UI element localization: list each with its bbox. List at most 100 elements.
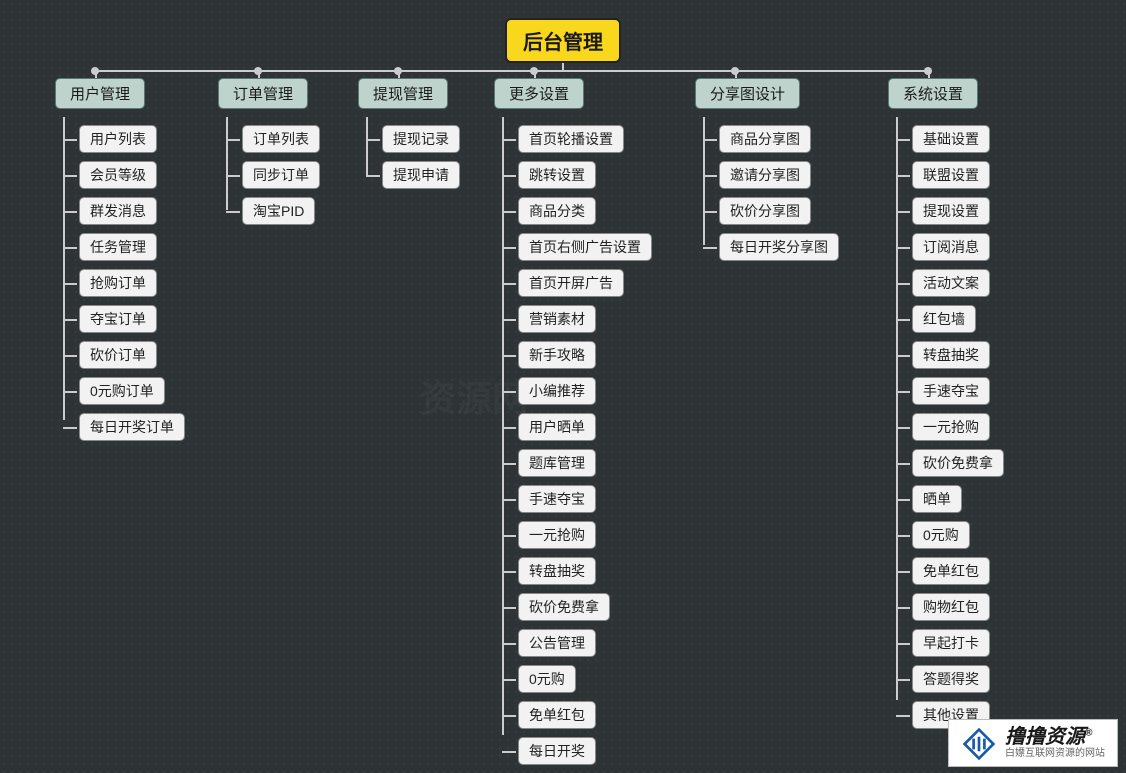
footer-tagline: 白嫖互联网资源的网站: [1005, 747, 1105, 761]
child-node[interactable]: 群发消息: [79, 197, 157, 225]
child-node[interactable]: 首页轮播设置: [518, 125, 624, 153]
child-wrap: 新手攻略: [494, 337, 652, 373]
child-wrap: 商品分类: [494, 193, 652, 229]
child-node[interactable]: 免单红包: [912, 557, 990, 585]
child-wrap: 每日开奖订单: [55, 409, 185, 445]
child-node[interactable]: 晒单: [912, 485, 962, 513]
child-node[interactable]: 免单红包: [518, 701, 596, 729]
child-node[interactable]: 题库管理: [518, 449, 596, 477]
child-wrap: 会员等级: [55, 157, 185, 193]
child-node[interactable]: 营销素材: [518, 305, 596, 333]
child-wrap: 每日开奖分享图: [695, 229, 839, 265]
child-node[interactable]: 0元购订单: [79, 377, 165, 405]
child-node[interactable]: 公告管理: [518, 629, 596, 657]
child-node[interactable]: 手速夺宝: [518, 485, 596, 513]
child-node[interactable]: 红包墙: [912, 305, 976, 333]
child-node[interactable]: 砍价分享图: [719, 197, 811, 225]
child-wrap: 早起打卡: [888, 625, 1004, 661]
child-wrap: 首页右侧广告设置: [494, 229, 652, 265]
branch-node[interactable]: 提现管理: [358, 78, 448, 109]
child-node[interactable]: 一元抢购: [518, 521, 596, 549]
child-node[interactable]: 用户晒单: [518, 413, 596, 441]
child-wrap: 购物红包: [888, 589, 1004, 625]
branch-node[interactable]: 订单管理: [218, 78, 308, 109]
child-node[interactable]: 订单列表: [242, 125, 320, 153]
child-wrap: 联盟设置: [888, 157, 1004, 193]
child-wrap: 一元抢购: [888, 409, 1004, 445]
child-wrap: 商品分享图: [695, 121, 839, 157]
child-node[interactable]: 邀请分享图: [719, 161, 811, 189]
child-node[interactable]: 砍价免费拿: [912, 449, 1004, 477]
child-node[interactable]: 小编推荐: [518, 377, 596, 405]
child-node[interactable]: 夺宝订单: [79, 305, 157, 333]
branch-node[interactable]: 分享图设计: [695, 78, 800, 109]
child-wrap: 首页轮播设置: [494, 121, 652, 157]
children-vline: [502, 117, 504, 735]
branch-node[interactable]: 用户管理: [55, 78, 145, 109]
child-node[interactable]: 活动文案: [912, 269, 990, 297]
child-node[interactable]: 任务管理: [79, 233, 157, 261]
child-node[interactable]: 每日开奖订单: [79, 413, 185, 441]
child-wrap: 每日开奖: [494, 733, 652, 769]
child-wrap: 砍价订单: [55, 337, 185, 373]
child-wrap: 手速夺宝: [888, 373, 1004, 409]
branch-2: 提现管理提现记录提现申请: [358, 78, 460, 193]
child-node[interactable]: 提现设置: [912, 197, 990, 225]
child-wrap: 淘宝PID: [218, 193, 320, 229]
child-node[interactable]: 砍价订单: [79, 341, 157, 369]
child-node[interactable]: 购物红包: [912, 593, 990, 621]
child-node[interactable]: 首页右侧广告设置: [518, 233, 652, 261]
branch-children: 用户列表会员等级群发消息任务管理抢购订单夺宝订单砍价订单 0元购订单每日开奖订单: [55, 121, 185, 445]
child-node[interactable]: 手速夺宝: [912, 377, 990, 405]
child-node[interactable]: 提现记录: [382, 125, 460, 153]
child-node[interactable]: 0元购: [912, 521, 970, 549]
child-node[interactable]: 每日开奖分享图: [719, 233, 839, 261]
child-node[interactable]: 0元购: [518, 665, 576, 693]
child-node[interactable]: 首页开屏广告: [518, 269, 624, 297]
child-wrap: 免单红包: [494, 697, 652, 733]
child-node[interactable]: 答题得奖: [912, 665, 990, 693]
child-node[interactable]: 用户列表: [79, 125, 157, 153]
child-node[interactable]: 转盘抽奖: [518, 557, 596, 585]
children-vline: [63, 117, 65, 420]
child-wrap: 提现申请: [358, 157, 460, 193]
child-wrap: 活动文案: [888, 265, 1004, 301]
child-wrap: 用户列表: [55, 121, 185, 157]
child-node[interactable]: 淘宝PID: [242, 197, 315, 225]
child-wrap: 晒单: [888, 481, 1004, 517]
child-node[interactable]: 砍价免费拿: [518, 593, 610, 621]
branch-5: 系统设置基础设置联盟设置提现设置订阅消息活动文案红包墙转盘抽奖手速夺宝一元抢购砍…: [888, 78, 1004, 733]
child-node[interactable]: 商品分享图: [719, 125, 811, 153]
child-node[interactable]: 提现申请: [382, 161, 460, 189]
branch-node[interactable]: 系统设置: [888, 78, 978, 109]
child-node[interactable]: 基础设置: [912, 125, 990, 153]
child-wrap: 订单列表: [218, 121, 320, 157]
root-hconnector: [95, 70, 928, 72]
child-node[interactable]: 新手攻略: [518, 341, 596, 369]
child-node[interactable]: 一元抢购: [912, 413, 990, 441]
root-node[interactable]: 后台管理: [505, 18, 621, 63]
child-wrap: 0元购订单: [55, 373, 185, 409]
connector-dot: [394, 67, 402, 75]
child-node[interactable]: 每日开奖: [518, 737, 596, 765]
child-node[interactable]: 抢购订单: [79, 269, 157, 297]
child-wrap: 小编推荐: [494, 373, 652, 409]
child-wrap: 转盘抽奖: [494, 553, 652, 589]
child-wrap: 同步订单: [218, 157, 320, 193]
child-node[interactable]: 转盘抽奖: [912, 341, 990, 369]
child-wrap: 抢购订单: [55, 265, 185, 301]
child-node[interactable]: 联盟设置: [912, 161, 990, 189]
child-node[interactable]: 会员等级: [79, 161, 157, 189]
child-wrap: 砍价分享图: [695, 193, 839, 229]
branch-0: 用户管理用户列表会员等级群发消息任务管理抢购订单夺宝订单砍价订单 0元购订单每日开…: [55, 78, 185, 445]
child-node[interactable]: 早起打卡: [912, 629, 990, 657]
branch-children: 订单列表同步订单淘宝PID: [218, 121, 320, 229]
child-node[interactable]: 同步订单: [242, 161, 320, 189]
child-node[interactable]: 跳转设置: [518, 161, 596, 189]
connector-dot: [254, 67, 262, 75]
children-vline: [366, 117, 368, 175]
child-node[interactable]: 商品分类: [518, 197, 596, 225]
branch-node[interactable]: 更多设置: [494, 78, 584, 109]
child-node[interactable]: 订阅消息: [912, 233, 990, 261]
connector-dot: [731, 67, 739, 75]
